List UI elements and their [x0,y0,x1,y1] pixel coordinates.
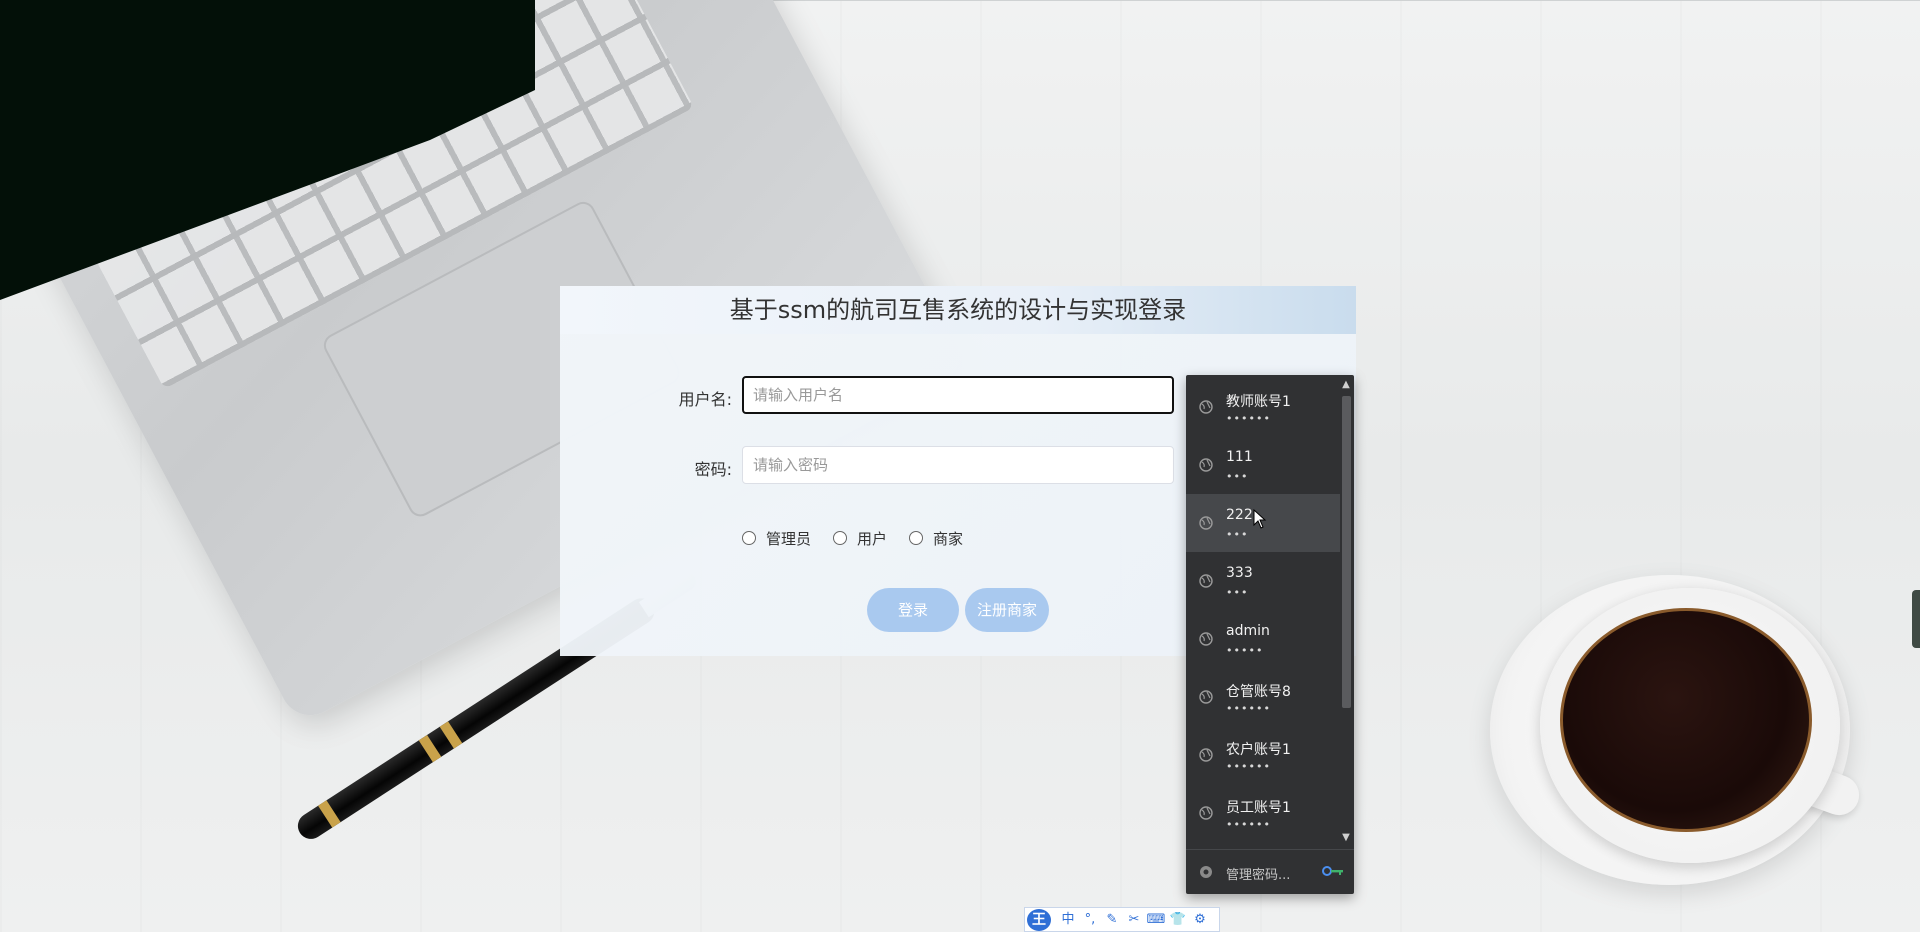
saved-username: 333 [1226,565,1253,581]
saved-password-mask: •••••• [1226,702,1271,715]
scrollbar-thumb[interactable] [1342,396,1351,708]
password-label: 密码: [694,460,732,479]
ime-chinese-mode-icon[interactable]: 中 [1057,909,1079,931]
globe-icon [1199,458,1213,472]
saved-username: 教师账号1 [1226,394,1291,410]
login-title: 基于ssm的航司互售系统的设计与实现登录 [729,296,1187,324]
pen-ring [439,721,463,749]
ime-keyboard-icon[interactable]: ⌨ [1145,909,1167,931]
role-radio-group: 管理员 用户 商家 [742,528,985,548]
globe-icon [1199,690,1213,704]
side-edge-tab[interactable] [1912,590,1920,648]
pen-ring [418,734,442,763]
saved-account-item[interactable]: 333 ••• [1186,552,1340,610]
scroll-up-icon[interactable]: ▲ [1341,378,1351,392]
mouse-cursor-icon [1253,509,1267,529]
saved-account-item[interactable]: 教师账号1 •••••• [1186,378,1340,436]
saved-account-item[interactable]: admin ••••• [1186,610,1340,668]
manage-passwords-row[interactable]: 管理密码... [1186,849,1354,894]
saved-password-mask: •••••• [1226,760,1271,773]
login-button[interactable]: 登录 [867,588,959,632]
globe-icon [1199,806,1213,820]
saved-username: 员工账号1 [1226,800,1291,816]
key-icon [1322,866,1343,876]
saved-account-item[interactable]: 员工账号1 •••••• [1186,784,1340,842]
saved-username: 111 [1226,449,1253,465]
password-input[interactable]: 请输入密码 [742,446,1174,484]
saved-account-item[interactable]: 仓管账号8 •••••• [1186,668,1340,726]
saved-password-mask: ••• [1226,528,1249,541]
ime-settings-icon[interactable]: ⚙ [1189,909,1211,931]
role-label: 商家 [933,529,964,548]
ime-scissors-icon[interactable]: ✂ [1123,909,1145,931]
manage-passwords-label: 管理密码... [1226,868,1291,883]
ime-logo-icon[interactable]: 王 [1027,908,1051,931]
saved-password-mask: •••••• [1226,412,1271,425]
saved-username: 农户账号1 [1226,742,1291,758]
saved-username: 仓管账号8 [1226,684,1291,700]
globe-icon [1199,632,1213,646]
globe-icon [1199,574,1213,588]
role-radio-admin[interactable]: 管理员 [742,528,811,549]
globe-icon [1199,516,1213,530]
username-label: 用户名: [678,390,732,409]
ime-punctuation-icon[interactable]: °, [1079,909,1101,931]
globe-icon [1199,400,1213,414]
saved-password-mask: •••••• [1226,818,1271,831]
role-label: 管理员 [766,529,812,548]
role-radio-merchant[interactable]: 商家 [909,528,963,549]
saved-account-item-hovered[interactable]: 222 ••• [1186,494,1340,552]
radio-circle-icon[interactable] [833,531,848,545]
ime-toolbar: 王 中 °, ✎ ✂ ⌨ 👕 ⚙ [1024,907,1220,932]
saved-account-item[interactable]: 111 ••• [1186,436,1340,494]
saved-password-mask: ••• [1226,586,1249,599]
saved-username: admin [1226,623,1270,639]
ime-handwrite-icon[interactable]: ✎ [1101,909,1123,931]
saved-password-mask: ••••• [1226,644,1264,657]
chrome-icon [1200,866,1212,878]
password-autofill-dropdown: 教师账号1 •••••• 111 ••• 222 ••• 333 ••• adm… [1186,375,1354,894]
username-input[interactable]: 请输入用户名 [742,376,1174,414]
register-merchant-button[interactable]: 注册商家 [965,588,1049,632]
saved-username: 222 [1226,507,1253,523]
role-radio-user[interactable]: 用户 [833,528,887,549]
saved-account-item[interactable]: 农户账号1 •••••• [1186,726,1340,784]
globe-icon [1199,748,1213,762]
coffee-image [1560,608,1812,832]
saved-password-mask: ••• [1226,470,1249,483]
radio-circle-icon[interactable] [742,531,756,545]
pen-ring [318,800,341,828]
ime-skin-icon[interactable]: 👕 [1167,909,1189,931]
radio-circle-icon[interactable] [909,531,924,545]
scroll-down-icon[interactable]: ▼ [1341,831,1351,845]
saved-accounts-list: 教师账号1 •••••• 111 ••• 222 ••• 333 ••• adm… [1186,378,1340,842]
role-label: 用户 [857,529,888,548]
dropdown-scrollbar[interactable]: ▲ ▼ [1340,378,1352,845]
